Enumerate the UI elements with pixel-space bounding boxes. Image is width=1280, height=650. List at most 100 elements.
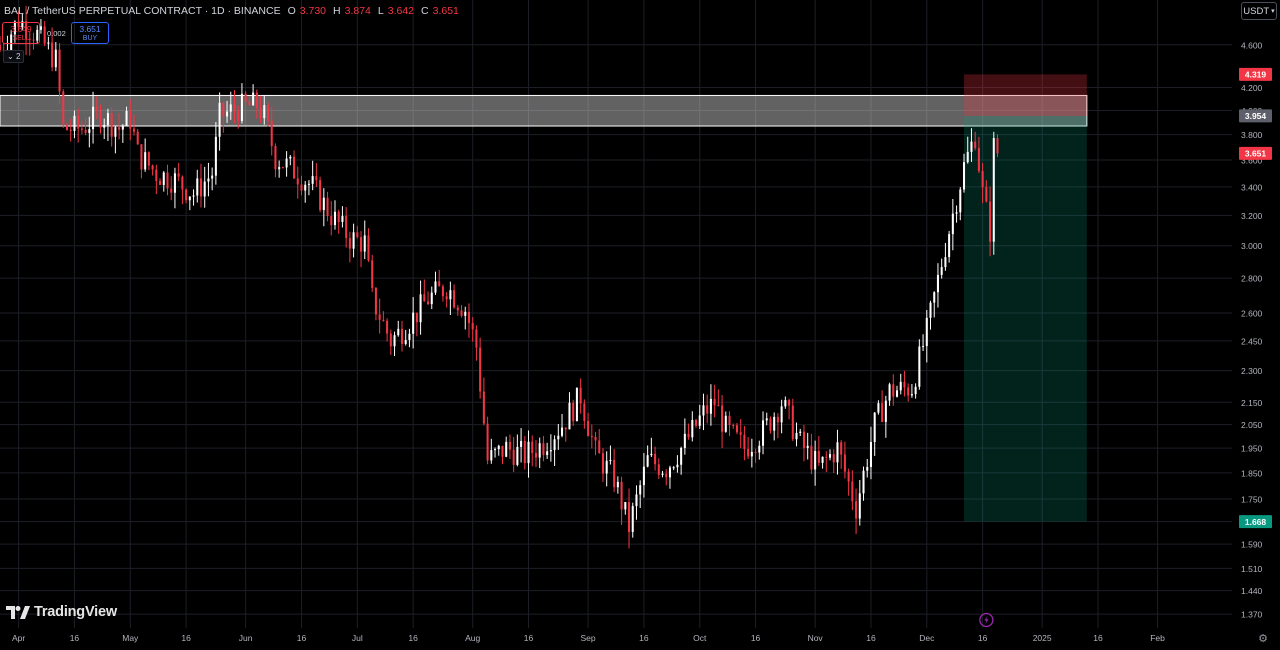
open-label: O [287, 5, 296, 17]
candle-body [389, 333, 392, 347]
candle [434, 271, 437, 295]
candle-body [333, 211, 337, 226]
sell-button[interactable]: 3.649 SELL [2, 22, 40, 44]
candle-body [430, 292, 433, 305]
candle-body [162, 172, 165, 185]
candle-body [691, 419, 694, 438]
candle [695, 418, 698, 428]
candle [765, 412, 768, 426]
candle-body [568, 402, 571, 430]
candle [635, 485, 638, 520]
candle [936, 263, 939, 308]
y-tick-label: 1.590 [1241, 540, 1263, 550]
candle [166, 164, 169, 196]
candle-body [494, 449, 497, 451]
candle-body [278, 167, 281, 170]
candle-body [907, 387, 910, 396]
candle [445, 292, 448, 308]
candle-body [523, 441, 526, 464]
candle-body [668, 467, 671, 478]
y-tick-label: 2.050 [1241, 420, 1263, 430]
candle [326, 191, 329, 222]
candle-body [374, 287, 377, 315]
candle-body [925, 317, 928, 347]
high-value: 3.874 [344, 5, 371, 17]
candle-body [136, 131, 139, 145]
stop-loss-zone[interactable] [964, 74, 1087, 116]
candle [665, 469, 668, 486]
candle [594, 431, 597, 456]
candle-body [337, 211, 340, 222]
candle-body [825, 456, 828, 458]
lightning-glyph-icon [984, 616, 989, 624]
buy-button[interactable]: 3.651 BUY [71, 22, 109, 44]
candle-body [467, 311, 471, 323]
currency-select[interactable]: USDT ▾ [1241, 2, 1277, 20]
candle [814, 440, 817, 486]
candle [315, 163, 318, 187]
candle-body [661, 473, 664, 475]
candle [616, 476, 619, 494]
indicators-collapse-button[interactable]: ⌄ 2 [3, 50, 25, 63]
candle [330, 201, 333, 236]
candle-body [985, 187, 988, 202]
chevron-down-icon: ⌄ [7, 52, 14, 61]
candle-body [274, 146, 277, 170]
candle [624, 501, 627, 515]
candle-body [587, 420, 590, 437]
candle [825, 451, 828, 473]
candle-body [393, 335, 396, 347]
settings-gear-icon[interactable]: ⚙ [1258, 632, 1268, 645]
candle-body [69, 129, 72, 131]
candle-body [810, 445, 813, 470]
chart-root: 4.6004.2004.0003.8003.6003.4003.2003.000… [0, 0, 1280, 650]
candle [687, 423, 690, 440]
candle-body [289, 156, 292, 159]
candle [0, 36, 2, 53]
candle [918, 339, 921, 390]
candle-body [795, 432, 798, 440]
candle [140, 143, 143, 179]
candle-body [51, 42, 54, 68]
candle-body [397, 328, 400, 336]
candle [311, 160, 314, 191]
resistance-zone[interactable] [0, 94, 1088, 127]
candle-body [475, 329, 478, 348]
symbol-title[interactable]: BAL / TetherUS PERPETUAL CONTRACT · 1D ·… [4, 5, 281, 17]
candle-body [386, 320, 389, 334]
candle [520, 428, 523, 463]
candle [657, 458, 660, 480]
price-chart[interactable]: 4.6004.2004.0003.8003.6003.4003.2003.000… [0, 0, 1280, 650]
candle-body [858, 493, 861, 519]
candle-body [922, 346, 925, 348]
candle [858, 480, 861, 526]
candle-body [155, 169, 158, 181]
candle-body [620, 481, 623, 510]
candle [642, 453, 645, 498]
x-tick-label: 16 [408, 633, 418, 643]
candle-body [594, 436, 597, 441]
candle [482, 377, 485, 426]
candle-body [918, 346, 921, 387]
candle-body [802, 431, 805, 448]
candle-body [799, 431, 802, 433]
y-tick-label: 2.600 [1241, 308, 1263, 318]
candle [427, 291, 430, 306]
candle-body [341, 216, 344, 222]
candle-body [464, 311, 467, 316]
candle-body [650, 453, 653, 456]
candle-body [434, 281, 437, 293]
candle-body [58, 49, 61, 92]
candle-body [583, 403, 586, 421]
x-tick-label: Jun [239, 633, 253, 643]
candle-body [363, 235, 366, 252]
candle-body [490, 450, 493, 461]
candle-body [598, 440, 601, 454]
candle-body [322, 197, 325, 211]
candle [121, 124, 124, 143]
candle-body [453, 290, 456, 308]
candle-body [378, 314, 381, 320]
candle-body [121, 126, 124, 130]
candle [400, 320, 404, 352]
tradingview-logo[interactable]: TradingView [6, 604, 117, 620]
